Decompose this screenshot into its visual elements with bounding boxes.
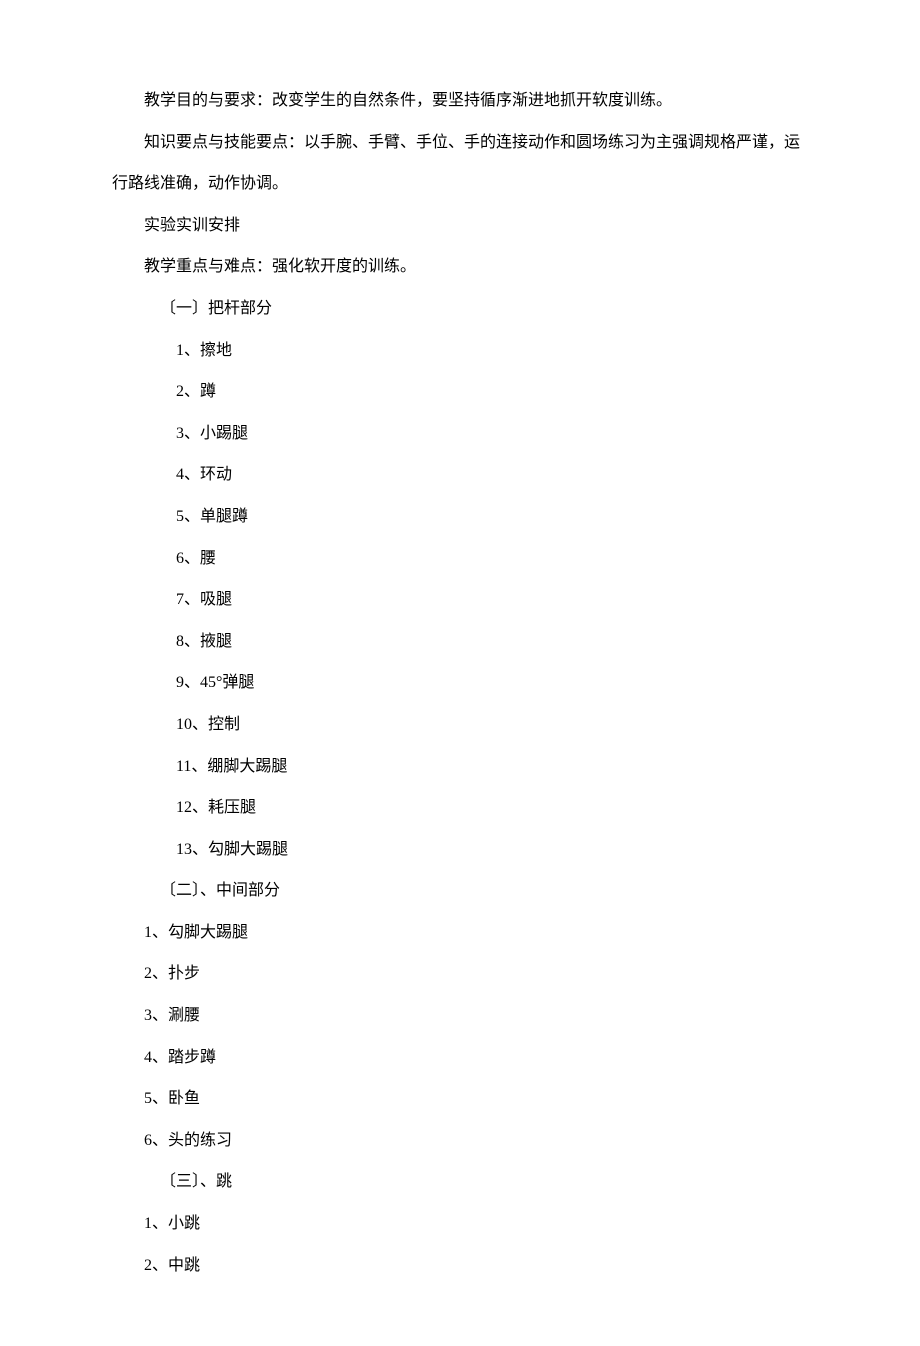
- experiment-arrangement: 实验实训安排: [112, 205, 808, 247]
- list-item: 2、蹲: [112, 371, 808, 413]
- item-number: 1、: [144, 330, 200, 372]
- list-item: 9、45°弹腿: [112, 662, 808, 704]
- list-item: 2、中跳: [112, 1245, 808, 1287]
- list-item: 5、卧鱼: [112, 1078, 808, 1120]
- list-item: 6、腰: [112, 538, 808, 580]
- item-number: 9、: [144, 662, 200, 704]
- list-item: 3、涮腰: [112, 995, 808, 1037]
- item-number: 10、: [144, 704, 208, 746]
- list-item: 1、勾脚大踢腿: [112, 912, 808, 954]
- item-text: 绷脚大踢腿: [207, 758, 287, 775]
- item-number: 5、: [144, 496, 200, 538]
- list-item: 4、踏步蹲: [112, 1037, 808, 1079]
- item-number: 12、: [144, 787, 208, 829]
- teaching-objective: 教学目的与要求：改变学生的自然条件，要坚持循序渐进地抓开软度训练。: [112, 80, 808, 122]
- item-text: 吸腿: [200, 591, 232, 608]
- section-2-title: 〔二〕、中间部分: [112, 870, 808, 912]
- item-text: 掖腿: [200, 633, 232, 650]
- item-number: 8、: [144, 621, 200, 663]
- list-item: 1、擦地: [112, 330, 808, 372]
- item-text: 小踢腿: [200, 425, 248, 442]
- list-item: 6、头的练习: [112, 1120, 808, 1162]
- item-number: 11、: [144, 746, 207, 788]
- item-number: 2、: [144, 371, 200, 413]
- list-item: 11、绷脚大踢腿: [112, 746, 808, 788]
- list-item: 7、吸腿: [112, 579, 808, 621]
- item-number: 7、: [144, 579, 200, 621]
- list-item: 8、掖腿: [112, 621, 808, 663]
- item-text: 勾脚大踢腿: [208, 841, 288, 858]
- knowledge-points: 知识要点与技能要点：以手腕、手臂、手位、手的连接动作和圆场练习为主强调规格严谨，…: [112, 122, 808, 205]
- list-item: 4、环动: [112, 454, 808, 496]
- list-item: 1、小跳: [112, 1203, 808, 1245]
- item-number: 4、: [144, 454, 200, 496]
- list-item: 5、单腿蹲: [112, 496, 808, 538]
- item-text: 环动: [200, 466, 232, 483]
- item-text: 耗压腿: [208, 799, 256, 816]
- item-text: 腰: [200, 550, 216, 567]
- item-number: 6、: [144, 538, 200, 580]
- item-number: 3、: [144, 413, 200, 455]
- list-item: 10、控制: [112, 704, 808, 746]
- teaching-focus: 教学重点与难点：强化软开度的训练。: [112, 246, 808, 288]
- item-text: 45°弹腿: [200, 674, 254, 691]
- item-text: 蹲: [200, 383, 216, 400]
- list-item: 3、小踢腿: [112, 413, 808, 455]
- item-text: 单腿蹲: [200, 508, 248, 525]
- item-text: 擦地: [200, 342, 232, 359]
- item-number: 13、: [144, 829, 208, 871]
- list-item: 2、扑步: [112, 953, 808, 995]
- item-text: 控制: [208, 716, 240, 733]
- section-1-title: 〔一〕把杆部分: [112, 288, 808, 330]
- section-3-title: 〔三〕、跳: [112, 1161, 808, 1203]
- list-item: 13、勾脚大踢腿: [112, 829, 808, 871]
- list-item: 12、耗压腿: [112, 787, 808, 829]
- document-page: 教学目的与要求：改变学生的自然条件，要坚持循序渐进地抓开软度训练。 知识要点与技…: [0, 0, 920, 1346]
